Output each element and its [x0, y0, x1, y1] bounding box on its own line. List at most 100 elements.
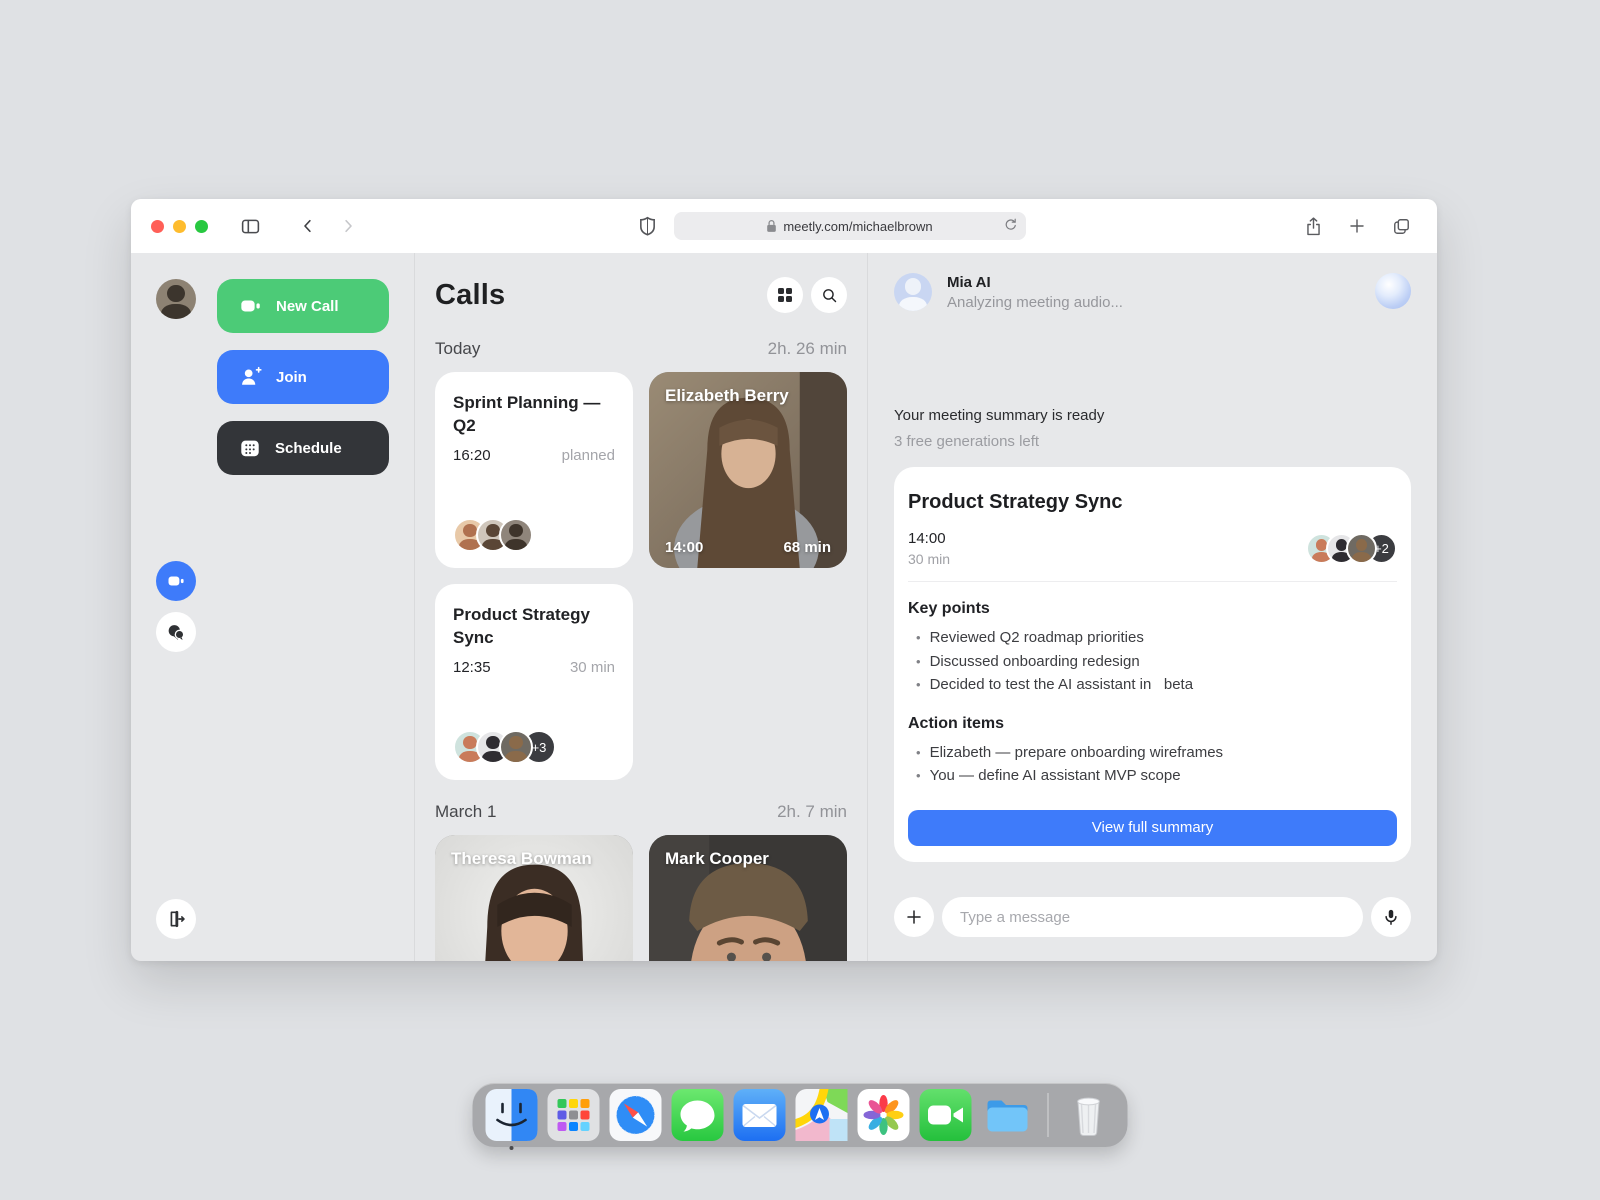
join-label: Join [276, 369, 307, 386]
calls-title: Calls [435, 279, 505, 312]
participant-avatar [1346, 533, 1377, 564]
dock-trash-icon[interactable] [1063, 1089, 1115, 1141]
minimize-window-button[interactable] [173, 220, 186, 233]
dock [473, 1083, 1128, 1147]
call-card-theresa-bowman[interactable]: Theresa Bowman [435, 835, 633, 961]
ai-orb-icon[interactable] [1375, 273, 1411, 309]
participants-stack: +3 [453, 730, 615, 764]
browser-toolbar: meetly.com/michaelbrown [131, 199, 1437, 253]
zoom-window-button[interactable] [195, 220, 208, 233]
nav-calls-button[interactable] [156, 561, 196, 601]
call-time: 14:00 [665, 539, 703, 556]
key-points-list: Reviewed Q2 roadmap priorities Discussed… [908, 626, 1397, 697]
calls-panel: Calls Today [415, 253, 868, 961]
caller-name: Mark Cooper [665, 849, 835, 869]
address-bar[interactable]: meetly.com/michaelbrown [674, 212, 1026, 240]
new-call-button[interactable]: New Call [217, 279, 389, 333]
participant-avatar [499, 518, 533, 552]
participants-stack: +2 [1306, 533, 1397, 564]
url-text: meetly.com/michaelbrown [783, 219, 932, 234]
call-time: 16:20 [453, 447, 491, 464]
back-button-icon[interactable] [296, 214, 320, 238]
call-card-elizabeth-berry[interactable]: Elizabeth Berry 14:00 68 min [649, 372, 847, 568]
browser-window: meetly.com/michaelbrown [131, 199, 1437, 961]
forward-button-icon[interactable] [336, 214, 360, 238]
call-title: Sprint Planning — Q2 [453, 392, 615, 438]
join-button[interactable]: Join [217, 350, 389, 404]
call-card-sprint-planning[interactable]: Sprint Planning — Q2 16:20 planned [435, 372, 633, 568]
generations-left-text: 3 free generations left [894, 433, 1411, 450]
summary-duration: 30 min [908, 551, 950, 567]
call-card-mark-cooper[interactable]: Mark Cooper [649, 835, 847, 961]
key-points-title: Key points [908, 600, 1397, 618]
search-button[interactable] [811, 277, 847, 313]
dock-photos-icon[interactable] [858, 1089, 910, 1141]
action-item: You — define AI assistant MVP scope [908, 764, 1397, 788]
call-status: planned [562, 447, 615, 464]
key-point-item: Reviewed Q2 roadmap priorities [908, 626, 1397, 650]
running-indicator-dot [510, 1146, 514, 1150]
tab-overview-icon[interactable] [1389, 214, 1413, 238]
voice-message-button[interactable] [1371, 897, 1411, 937]
participants-stack [453, 518, 615, 552]
new-call-label: New Call [276, 298, 339, 315]
dock-finder-icon[interactable] [486, 1089, 538, 1141]
search-icon [821, 287, 838, 304]
traffic-lights [151, 220, 208, 233]
key-point-item: Discussed onboarding redesign [908, 650, 1397, 674]
close-window-button[interactable] [151, 220, 164, 233]
share-icon[interactable] [1301, 214, 1325, 238]
assistant-name: Mia AI [947, 273, 1123, 291]
action-item: Elizabeth — prepare onboarding wireframe… [908, 741, 1397, 765]
dock-facetime-icon[interactable] [920, 1089, 972, 1141]
logout-button[interactable] [156, 899, 196, 939]
logout-icon [166, 909, 186, 929]
call-time: 12:35 [453, 659, 491, 676]
video-camera-icon [166, 572, 186, 590]
call-duration: 68 min [783, 539, 831, 556]
key-point-item: Decided to test the AI assistant in beta [908, 673, 1397, 697]
summary-title: Product Strategy Sync [908, 491, 1397, 514]
dock-mail-icon[interactable] [734, 1089, 786, 1141]
caller-name: Elizabeth Berry [665, 386, 835, 406]
user-avatar[interactable] [156, 279, 196, 319]
schedule-label: Schedule [275, 440, 342, 457]
plus-icon [905, 908, 923, 926]
caller-name: Theresa Bowman [451, 849, 621, 869]
dock-safari-icon[interactable] [610, 1089, 662, 1141]
dock-folder-icon[interactable] [982, 1089, 1034, 1141]
message-composer [868, 897, 1437, 961]
privacy-shield-icon[interactable] [636, 214, 660, 238]
section-today-total: 2h. 26 min [768, 339, 847, 359]
section-march-total: 2h. 7 min [777, 802, 847, 822]
person-add-icon [239, 366, 262, 388]
grid-view-button[interactable] [767, 277, 803, 313]
view-full-summary-button[interactable]: View full summary [908, 810, 1397, 846]
dock-messages-icon[interactable] [672, 1089, 724, 1141]
schedule-button[interactable]: Schedule [217, 421, 389, 475]
participant-avatar [499, 730, 533, 764]
call-card-product-strategy[interactable]: Product Strategy Sync 12:35 30 min +3 [435, 584, 633, 780]
assistant-status: Analyzing meeting audio... [947, 294, 1123, 311]
sidebar-toggle-icon[interactable] [238, 214, 262, 238]
video-camera-icon [239, 295, 262, 317]
attach-button[interactable] [894, 897, 934, 937]
section-march-label: March 1 [435, 802, 496, 822]
grid-icon [777, 287, 793, 303]
summary-ready-text: Your meeting summary is ready [894, 407, 1411, 424]
message-input[interactable] [942, 897, 1363, 937]
dock-maps-icon[interactable] [796, 1089, 848, 1141]
lock-icon [766, 219, 777, 233]
assistant-panel: Mia AI Analyzing meeting audio... Your m… [868, 253, 1437, 961]
call-duration: 30 min [570, 659, 615, 676]
new-tab-icon[interactable] [1345, 214, 1369, 238]
reload-icon[interactable] [1003, 217, 1018, 235]
meeting-summary-card: Product Strategy Sync 14:00 30 min +2 [894, 467, 1411, 862]
divider [908, 581, 1397, 582]
dock-launchpad-icon[interactable] [548, 1089, 600, 1141]
microphone-icon [1382, 908, 1400, 926]
calendar-icon [239, 437, 261, 459]
dock-separator [1048, 1093, 1049, 1137]
action-items-title: Action items [908, 715, 1397, 733]
nav-chats-button[interactable] [156, 612, 196, 652]
